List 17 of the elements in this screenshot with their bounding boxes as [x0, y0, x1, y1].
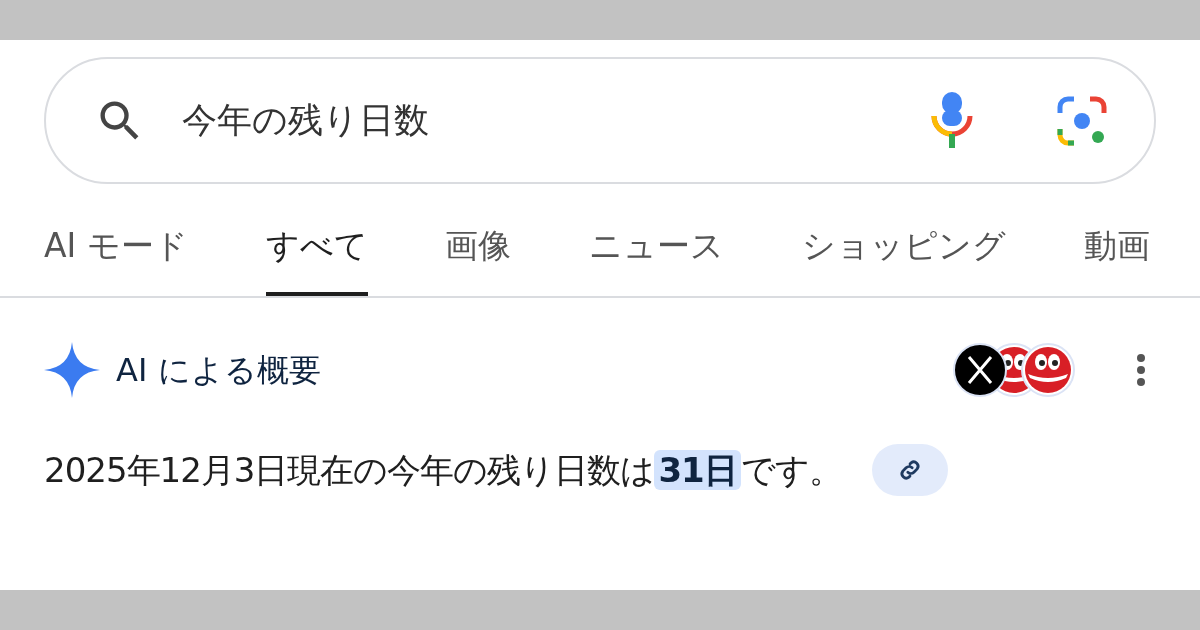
- sparkle-icon: [44, 342, 100, 398]
- search-query: 今年の残り日数: [182, 99, 430, 143]
- microphone-icon[interactable]: [930, 91, 974, 150]
- search-tab[interactable]: ショッピング: [802, 218, 1007, 296]
- mascot-icon: [1020, 342, 1076, 398]
- camera-lens-icon[interactable]: [1056, 94, 1108, 147]
- ai-answer: 2025年12月3日現在の今年の残り日数は 31日 です。: [44, 448, 842, 492]
- search-tab[interactable]: すべて: [265, 218, 368, 296]
- search-tab[interactable]: ニュース: [589, 218, 725, 296]
- search-tab[interactable]: 画像: [445, 218, 512, 296]
- search-tab[interactable]: 動画: [1083, 218, 1150, 296]
- ai-overview-title: AI による概要: [116, 350, 322, 391]
- search-field[interactable]: 今年の残り日数: [44, 57, 1156, 184]
- link-button[interactable]: [871, 444, 948, 496]
- more-options-icon[interactable]: [1136, 353, 1146, 387]
- x-logo-icon: [952, 342, 1008, 398]
- search-tab[interactable]: AI モード: [44, 218, 188, 296]
